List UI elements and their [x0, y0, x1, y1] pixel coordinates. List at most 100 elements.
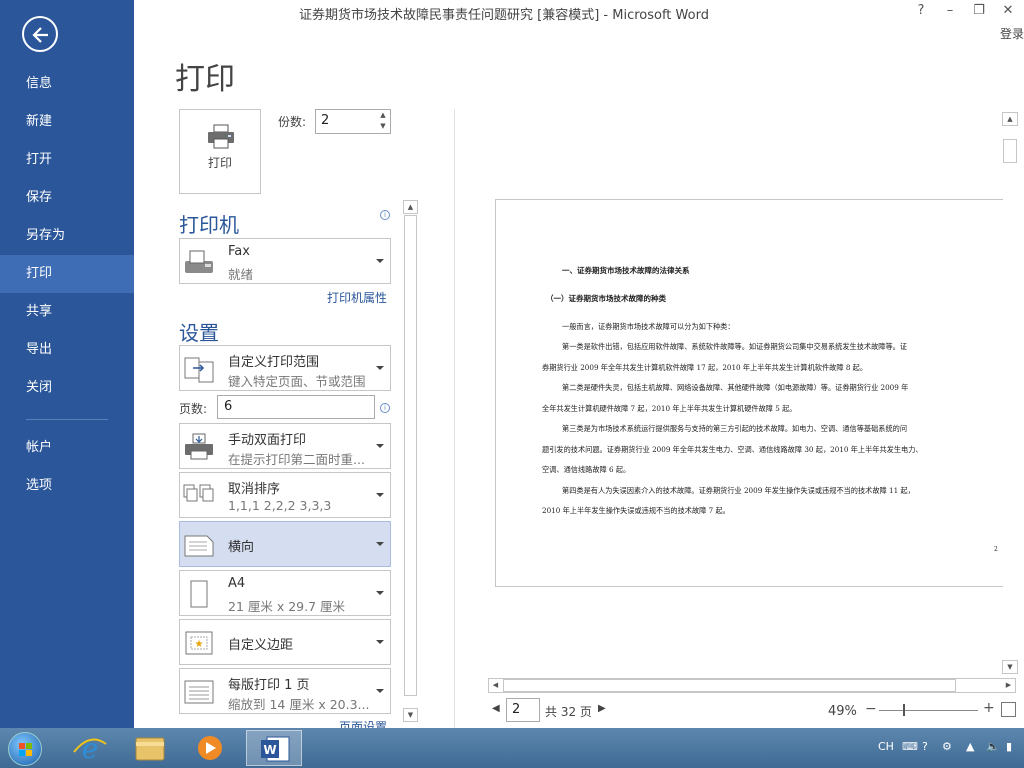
print-button-label: 打印 — [207, 156, 232, 170]
word-icon[interactable]: W — [246, 730, 302, 766]
margins-dropdown[interactable]: ★ 自定义边距 — [179, 619, 391, 665]
scrollbar-thumb[interactable] — [1003, 139, 1017, 163]
pages-per-sheet-dropdown[interactable]: 每版打印 1 页 缩放到 14 厘米 x 20.3... — [179, 668, 391, 714]
panel-divider — [454, 109, 455, 728]
chevron-down-icon — [376, 591, 384, 595]
current-page-input[interactable]: 2 — [506, 698, 540, 722]
margins-icon: ★ — [185, 631, 213, 655]
system-tray: CH ⌨ ? ⚙ ▲ 🔈 ▮ — [874, 728, 1024, 768]
svg-text:★: ★ — [195, 639, 204, 650]
nav-save-as[interactable]: 另存为 — [0, 217, 134, 255]
chevron-down-icon — [376, 493, 384, 497]
zoom-to-page-icon[interactable] — [1001, 702, 1016, 717]
zoom-level[interactable]: 49% — [828, 704, 857, 719]
print-range-desc: 键入特定页面、节或范围 — [228, 374, 366, 389]
media-player-icon[interactable] — [182, 730, 238, 766]
paper-size-desc: 21 厘米 x 29.7 厘米 — [228, 599, 346, 614]
duplex-desc: 在提示打印第二面时重... — [228, 452, 365, 467]
doc-heading-2: （一）证券期货市场技术故障的种类 — [546, 294, 666, 303]
chevron-down-icon — [376, 366, 384, 370]
doc-line: 全年共发生计算机硬件故障 7 起，2010 年上半年共发生计算机硬件故障 5 起… — [542, 404, 797, 413]
print-button[interactable]: 打印 — [179, 109, 261, 194]
page-setup-link[interactable]: 页面设置 — [339, 718, 387, 728]
page-title: 打印 — [175, 62, 235, 97]
print-range-dropdown[interactable]: 自定义打印范围 键入特定页面、节或范围 — [179, 345, 391, 391]
doc-line: 券期货行业 2009 年全年共发生计算机软件故障 17 起，2010 年上半年共… — [542, 363, 868, 372]
margins-label: 自定义边距 — [228, 638, 294, 653]
zoom-out-icon[interactable]: − — [865, 701, 877, 717]
login-link[interactable]: 登录 — [1000, 25, 1024, 42]
start-icon[interactable] — [8, 732, 42, 766]
minimize-button[interactable]: – — [938, 3, 962, 18]
show-hidden-icons-icon[interactable]: ▲ — [966, 740, 974, 753]
zoom-slider[interactable] — [879, 710, 978, 711]
pages-per-sheet-desc: 缩放到 14 厘米 x 20.3... — [228, 697, 370, 712]
restore-button[interactable]: ❐ — [967, 3, 991, 18]
duplex-dropdown[interactable]: 手动双面打印 在提示打印第二面时重... — [179, 423, 391, 469]
doc-heading-1: 一、证券期货市场技术故障的法律关系 — [562, 266, 690, 275]
copies-value[interactable]: 2 — [321, 113, 329, 128]
back-arrow-icon — [32, 27, 48, 43]
nav-close[interactable]: 关闭 — [0, 369, 134, 407]
printer-info-icon[interactable]: i — [380, 210, 390, 220]
copies-label: 份数: — [278, 115, 307, 129]
next-page-icon[interactable]: ▶ — [598, 703, 606, 714]
preview-vertical-scrollbar[interactable]: ▲ ▼ — [1002, 112, 1018, 674]
scroll-down-icon[interactable]: ▼ — [1002, 660, 1018, 674]
copies-stepper[interactable]: 2 ▲ ▼ — [315, 109, 391, 134]
nav-options[interactable]: 选项 — [0, 467, 134, 505]
close-button[interactable]: ✕ — [996, 3, 1020, 18]
zoom-slider-thumb[interactable] — [902, 704, 905, 716]
preview-horizontal-scrollbar[interactable]: ◀ ▶ — [488, 678, 1016, 693]
nav-print[interactable]: 打印 — [0, 255, 134, 293]
ie-icon[interactable]: e — [62, 730, 118, 766]
copies-down-icon[interactable]: ▼ — [378, 122, 388, 132]
pages-range-icon — [184, 357, 214, 383]
nav-new[interactable]: 新建 — [0, 103, 134, 141]
language-indicator[interactable]: CH — [878, 740, 894, 753]
duplex-title: 手动双面打印 — [228, 433, 307, 448]
nav-account[interactable]: 帐户 — [0, 429, 134, 467]
nav-export[interactable]: 导出 — [0, 331, 134, 369]
scroll-up-icon[interactable]: ▲ — [403, 200, 418, 214]
explorer-icon[interactable] — [122, 730, 178, 766]
pages-input[interactable]: 6 — [217, 395, 375, 419]
help-button[interactable]: ? — [909, 3, 933, 18]
copies-up-icon[interactable]: ▲ — [378, 111, 388, 121]
action-center-icon[interactable]: ▮ — [1006, 740, 1012, 753]
previous-page-icon[interactable]: ◀ — [492, 703, 500, 714]
nav-info[interactable]: 信息 — [0, 65, 134, 103]
nav-share[interactable]: 共享 — [0, 293, 134, 331]
pages-label: 页数: — [179, 402, 208, 416]
scroll-down-icon[interactable]: ▼ — [403, 708, 418, 722]
doc-line: 第三类是为市场技术系统运行提供服务与支持的第三方引起的技术故障。如电力、空调、通… — [562, 424, 908, 433]
back-button[interactable] — [22, 16, 58, 52]
collate-dropdown[interactable]: 取消排序 1,1,1 2,2,2 3,3,3 — [179, 472, 391, 518]
printer-properties-link[interactable]: 打印机属性 — [327, 289, 387, 306]
scrollbar-thumb[interactable] — [503, 679, 956, 692]
keyboard-icon[interactable]: ⌨ — [902, 740, 918, 753]
paper-size-dropdown[interactable]: A4 21 厘米 x 29.7 厘米 — [179, 570, 391, 616]
help-icon[interactable]: ? — [922, 740, 928, 753]
scroll-up-icon[interactable]: ▲ — [1002, 112, 1018, 126]
printer-status: 就绪 — [228, 267, 254, 282]
chevron-down-icon — [376, 444, 384, 448]
nav-open[interactable]: 打开 — [0, 141, 134, 179]
scrollbar-thumb[interactable] — [404, 215, 417, 696]
nav-divider — [26, 419, 108, 420]
scroll-right-icon[interactable]: ▶ — [1002, 679, 1015, 692]
pages-info-icon[interactable]: i — [380, 403, 390, 413]
volume-icon[interactable]: 🔈 — [986, 740, 1000, 753]
settings-scrollbar[interactable]: ▲ ▼ — [403, 200, 418, 722]
ime-icon[interactable]: ⚙ — [942, 740, 952, 753]
scroll-left-icon[interactable]: ◀ — [489, 679, 502, 692]
chevron-down-icon — [376, 259, 384, 263]
zoom-in-icon[interactable]: + — [983, 700, 995, 716]
orientation-dropdown[interactable]: 横向 — [179, 521, 391, 567]
print-preview-page: 一、证券期货市场技术故障的法律关系 （一）证券期货市场技术故障的种类 一般而言，… — [495, 199, 1003, 587]
backstage-sidebar: 信息 新建 打开 保存 另存为 打印 共享 导出 关闭 帐户 选项 — [0, 0, 134, 728]
chevron-down-icon — [376, 640, 384, 644]
doc-line: 一般而言，证券期货市场技术故障可以分为如下种类： — [562, 322, 735, 331]
nav-save[interactable]: 保存 — [0, 179, 134, 217]
printer-dropdown[interactable]: Fax 就绪 — [179, 238, 391, 284]
